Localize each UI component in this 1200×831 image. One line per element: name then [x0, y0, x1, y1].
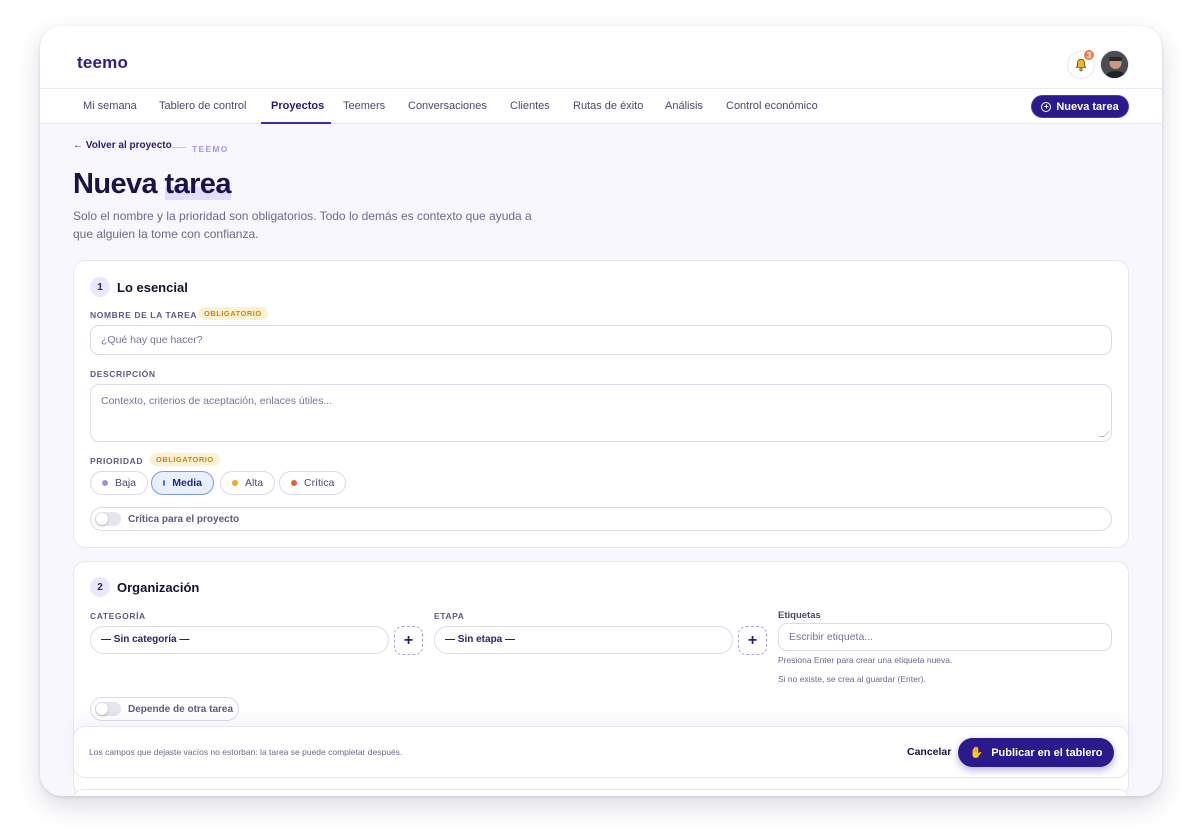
nav-item-control-economico[interactable]: Control económico — [726, 89, 818, 124]
task-name-input[interactable]: ¿Qué hay que hacer? — [90, 325, 1112, 355]
publish-label: Publicar en el tablero — [991, 746, 1103, 759]
page-title-highlight: tarea — [164, 168, 231, 200]
required-badge: OBLIGATORIO — [198, 307, 268, 320]
app-window: teemo 3 Mi semana Tablero de control Pro… — [40, 26, 1162, 796]
stage-select[interactable]: — Sin etapa — — [434, 626, 733, 654]
nav-item-conversaciones[interactable]: Conversaciones — [408, 89, 487, 124]
resize-handle-icon[interactable] — [1098, 431, 1110, 437]
plus-circle-icon: + — [1041, 101, 1052, 112]
logo-text: teemo — [77, 53, 129, 72]
priority-option-label: Media — [172, 477, 202, 489]
description-textarea[interactable]: Contexto, criterios de aceptación, enlac… — [90, 384, 1112, 442]
active-tab-indicator — [261, 122, 331, 124]
priority-option-baja[interactable]: Baja — [90, 471, 149, 495]
logo[interactable]: teemo — [77, 53, 128, 73]
toggle-switch[interactable] — [95, 702, 121, 716]
nav-item-teemers[interactable]: Teemers — [343, 89, 385, 124]
toggle-switch[interactable] — [95, 512, 121, 526]
hand-icon: ✋ — [969, 747, 984, 759]
priority-option-alta[interactable]: Alta — [220, 471, 276, 495]
new-task-button[interactable]: + Nueva tarea — [1031, 95, 1129, 118]
breadcrumb-project: TEEMO — [192, 144, 229, 154]
priority-option-critica[interactable]: Crítica — [279, 471, 347, 495]
tags-label: Etiquetas — [778, 610, 821, 621]
avatar[interactable] — [1100, 50, 1129, 79]
main-nav: Mi semana Tablero de control Proyectos T… — [40, 88, 1162, 124]
top-bar: teemo 3 — [40, 26, 1162, 88]
step-number: 2 — [90, 577, 110, 597]
depends-toggle-label: Depende de otra tarea — [128, 703, 234, 715]
page-title: Nueva tarea — [73, 168, 231, 201]
section-essentials: 1 Lo esencial NOMBRE DE LA TAREA OBLIGAT… — [73, 260, 1129, 548]
tags-hint-secondary: Si no existe, se crea al guardar (Enter)… — [778, 674, 926, 684]
description-placeholder: Contexto, criterios de aceptación, enlac… — [101, 395, 333, 407]
priority-option-label: Crítica — [304, 477, 335, 489]
nav-item-rutas[interactable]: Rutas de éxito — [573, 89, 643, 124]
nav-item-proyectos[interactable]: Proyectos — [271, 89, 324, 124]
cancel-button[interactable]: Cancelar — [907, 746, 951, 758]
priority-dot — [291, 480, 297, 486]
next-section-edge — [73, 789, 1129, 796]
breadcrumb-divider — [172, 147, 186, 148]
nav-item-analisis[interactable]: Análisis — [665, 89, 703, 124]
page-title-plain: Nueva — [73, 168, 158, 200]
priority-option-label: Baja — [115, 477, 137, 489]
nav-item-clientes[interactable]: Clientes — [510, 89, 550, 124]
notification-badge: 3 — [1083, 49, 1095, 61]
add-stage-button[interactable]: + — [738, 626, 767, 655]
section-title: Lo esencial — [117, 280, 188, 295]
tags-input[interactable]: Escribir etiqueta... — [778, 623, 1112, 651]
stage-label: ETAPA — [434, 611, 465, 621]
publish-button[interactable]: ✋ Publicar en el tablero — [958, 738, 1114, 767]
avatar-image — [1101, 51, 1128, 78]
category-select[interactable]: — Sin categoría — — [90, 626, 389, 654]
new-task-label: Nueva tarea — [1056, 100, 1119, 113]
category-label: CATEGORÍA — [90, 611, 146, 621]
nav-item-mi-semana[interactable]: Mi semana — [83, 89, 137, 124]
form-footer: Los campos que dejaste vacíos no estorba… — [73, 726, 1129, 778]
back-to-project-link[interactable]: ← Volver al proyecto — [73, 140, 172, 151]
add-category-button[interactable]: + — [394, 626, 423, 655]
critical-toggle-label: Crítica para el proyecto — [128, 513, 240, 525]
priority-option-label: Alta — [245, 477, 264, 489]
description-label: DESCRIPCIÓN — [90, 369, 156, 379]
tags-hint: Presiona Enter para crear una etiqueta n… — [778, 655, 953, 665]
depends-on-task-toggle[interactable]: Depende de otra tarea — [90, 697, 239, 721]
priority-label: PRIORIDAD — [90, 456, 144, 466]
priority-option-media[interactable]: Media — [151, 471, 214, 495]
step-number: 1 — [90, 277, 110, 297]
priority-dot — [102, 480, 108, 486]
critical-for-project-toggle[interactable]: Crítica para el proyecto — [90, 507, 1112, 531]
section-title: Organización — [117, 580, 200, 595]
task-name-label: NOMBRE DE LA TAREA — [90, 310, 198, 320]
footer-note: Los campos que dejaste vacíos no estorba… — [89, 747, 403, 757]
required-badge: OBLIGATORIO — [150, 453, 220, 466]
nav-item-tablero[interactable]: Tablero de control — [159, 89, 246, 124]
priority-dot — [163, 480, 166, 486]
priority-dot — [232, 480, 238, 486]
page-subtitle: Solo el nombre y la prioridad son obliga… — [73, 209, 532, 241]
